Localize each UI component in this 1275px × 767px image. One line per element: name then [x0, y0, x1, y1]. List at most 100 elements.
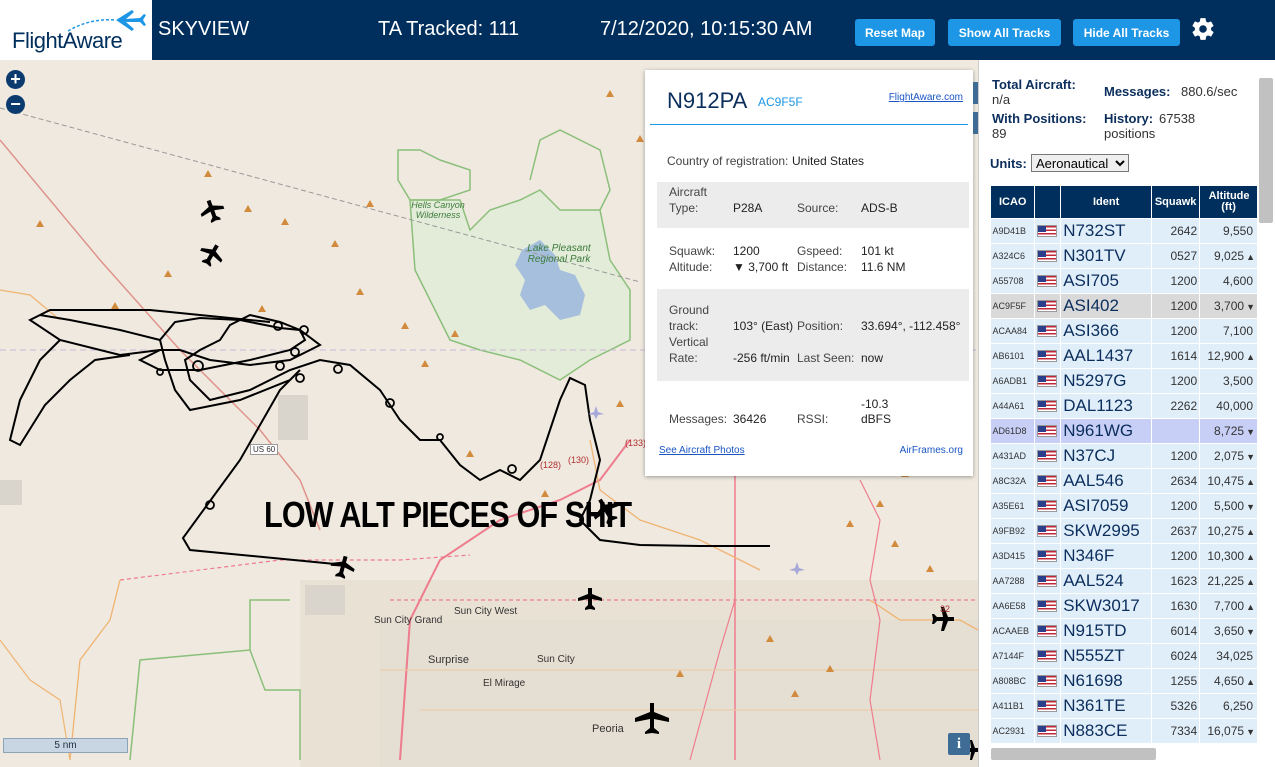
map-label-us60: US 60	[250, 444, 279, 455]
cell-ident-text: ASI705	[1063, 271, 1119, 290]
cell-icao: A411B1	[990, 693, 1036, 719]
cell-ident: SKW2995	[1060, 518, 1153, 544]
cell-squawk-text: 1623	[1170, 574, 1198, 588]
cell-altitude: 3,650 ▼	[1199, 618, 1258, 644]
cell-ident-text: AAL546	[1063, 471, 1124, 490]
messages-label: Messages:	[669, 412, 728, 426]
cell-altitude-text: 4,650	[1214, 674, 1245, 688]
cell-altitude-text: 16,075	[1207, 724, 1245, 738]
cell-icao-text: A8C32A	[992, 476, 1027, 486]
table-row[interactable]: AB6101 AAL1437 1614 12,900 ▲	[990, 343, 1258, 369]
map-label-sun-city-west: Sun City West	[454, 606, 518, 617]
map-label-el-mirage: El Mirage	[483, 678, 526, 689]
popup-type-row: Aircraft Type: P28A Source: ADS-B	[657, 182, 969, 228]
flightaware-link[interactable]: FlightAware.com	[889, 92, 963, 103]
table-row[interactable]: A35E61 ASI7059 1200 5,500 ▼	[990, 493, 1258, 519]
cell-altitude: 2,075 ▼	[1199, 443, 1258, 469]
distance-label: Distance:	[797, 260, 848, 274]
cell-flag	[1034, 593, 1062, 619]
aircraft-table: ICAO Ident Squawk Altitude (ft) A9D41B N7…	[989, 185, 1258, 744]
table-row[interactable]: AC9F5F ASI402 1200 3,700 ▼	[990, 293, 1258, 319]
aircraft-photos-link[interactable]: See Aircraft Photos	[659, 445, 745, 456]
us-flag-icon	[1037, 574, 1058, 587]
table-row[interactable]: A3D415 N346F 1200 10,300 ▲	[990, 543, 1258, 569]
map-info-button[interactable]: i	[948, 733, 970, 755]
aircraft-info-popup: N912PA AC9F5F FlightAware.com Country of…	[645, 70, 973, 476]
cell-icao-text: A431AD	[992, 451, 1027, 461]
cell-flag	[1034, 543, 1062, 569]
altitude-trend-icon: ▲	[1246, 677, 1255, 687]
messages-value: 36426	[733, 412, 767, 426]
cell-altitude-text: 10,275	[1207, 524, 1245, 538]
cell-ident: N732ST	[1060, 218, 1153, 244]
table-row[interactable]: A44A61 DAL1123 2262 40,000	[990, 393, 1258, 419]
table-row[interactable]: ACAAEB N915TD 6014 3,650 ▼	[990, 618, 1258, 644]
cell-squawk-text: 2262	[1170, 399, 1198, 413]
cell-flag	[1034, 268, 1062, 294]
with-positions-value: 89	[992, 126, 1007, 141]
hide-all-tracks-button[interactable]: Hide All Tracks	[1073, 19, 1180, 46]
col-flag[interactable]	[1034, 185, 1062, 219]
cell-ident-text: AAL524	[1063, 571, 1124, 590]
table-row[interactable]: A808BC N61698 1255 4,650 ▲	[990, 668, 1258, 694]
cell-icao: A808BC	[990, 668, 1036, 694]
table-row[interactable]: AA6E58 SKW3017 1630 7,700 ▲	[990, 593, 1258, 619]
table-row[interactable]: AD61D8 N961WG 8,725 ▼	[990, 418, 1258, 444]
altitude-trend-icon: ▲	[1246, 577, 1255, 587]
horizontal-scrollbar[interactable]	[991, 748, 1156, 760]
skyview-app: FlightAware SKYVIEW TA Tracked: 111 7/12…	[0, 0, 1275, 767]
us-flag-icon	[1037, 649, 1058, 662]
cell-squawk-text: 2634	[1170, 474, 1198, 488]
cell-icao: ACAAEB	[990, 618, 1036, 644]
cell-icao-text: A44A61	[992, 401, 1025, 411]
cell-icao: A8C32A	[990, 468, 1036, 494]
cell-icao: A55708	[990, 268, 1036, 294]
cell-ident-text: N37CJ	[1063, 446, 1116, 465]
col-ident[interactable]: Ident	[1060, 185, 1153, 219]
table-row[interactable]: A9D41B N732ST 2642 9,550	[990, 218, 1258, 244]
table-row[interactable]: AA7288 AAL524 1623 21,225 ▲	[990, 568, 1258, 594]
table-row[interactable]: ACAA84 ASI366 1200 7,100	[990, 318, 1258, 344]
table-row[interactable]: A431AD N37CJ 1200 2,075 ▼	[990, 443, 1258, 469]
cell-squawk: 1255	[1151, 668, 1201, 694]
cell-altitude: 3,500	[1199, 368, 1258, 394]
vertical-scrollbar[interactable]	[1259, 78, 1273, 223]
table-row[interactable]: A55708 ASI705 1200 4,600	[990, 268, 1258, 294]
table-row[interactable]: A8C32A AAL546 2634 10,475 ▲	[990, 468, 1258, 494]
cell-icao-text: A6ADB1	[992, 376, 1028, 386]
cell-flag	[1034, 493, 1062, 519]
zoom-out-button[interactable]: −	[6, 95, 25, 114]
col-altitude[interactable]: Altitude (ft)	[1199, 185, 1258, 219]
airframes-link[interactable]: AirFrames.org	[900, 445, 963, 456]
cell-icao: A9FB92	[990, 518, 1036, 544]
flightaware-logo[interactable]: FlightAware	[0, 0, 152, 60]
show-all-tracks-button[interactable]: Show All Tracks	[948, 19, 1061, 46]
table-row[interactable]: A411B1 N361TE 5326 6,250	[990, 693, 1258, 719]
col-icao[interactable]: ICAO	[989, 185, 1036, 219]
us-flag-icon	[1037, 699, 1058, 712]
cell-altitude-text: 6,250	[1222, 699, 1253, 713]
map-label-peoria: Peoria	[592, 723, 624, 735]
cell-altitude-text: 3,650	[1214, 624, 1245, 638]
popup-registration: N912PA	[667, 88, 748, 113]
cell-squawk: 1200	[1151, 443, 1201, 469]
gear-icon[interactable]	[1190, 16, 1216, 42]
cell-ident-text: AAL1437	[1063, 346, 1134, 365]
table-row[interactable]: A9FB92 SKW2995 2637 10,275 ▲	[990, 518, 1258, 544]
col-altitude-label: Altitude (ft)	[1208, 190, 1250, 213]
cell-ident-text: N361TE	[1063, 696, 1126, 715]
source-value: ADS-B	[861, 201, 898, 215]
altitude-trend-icon: ▲	[1246, 602, 1255, 612]
table-row[interactable]: A6ADB1 N5297G 1200 3,500	[990, 368, 1258, 394]
altitude-label: Altitude:	[669, 260, 713, 274]
col-squawk[interactable]: Squawk	[1151, 185, 1201, 219]
reset-map-button[interactable]: Reset Map	[855, 19, 935, 46]
cell-icao-text: AC2931	[992, 726, 1026, 736]
units-select[interactable]: Aeronautical	[1031, 154, 1129, 172]
table-row[interactable]: A324C6 N301TV 0527 9,025 ▲	[990, 243, 1258, 269]
zoom-in-button[interactable]: +	[6, 70, 25, 89]
cell-icao: A44A61	[990, 393, 1036, 419]
table-row[interactable]: AC2931 N883CE 7334 16,075 ▼	[990, 718, 1258, 744]
cell-squawk-text: 2637	[1170, 524, 1198, 538]
table-row[interactable]: A7144F N555ZT 6024 34,025	[990, 643, 1258, 669]
